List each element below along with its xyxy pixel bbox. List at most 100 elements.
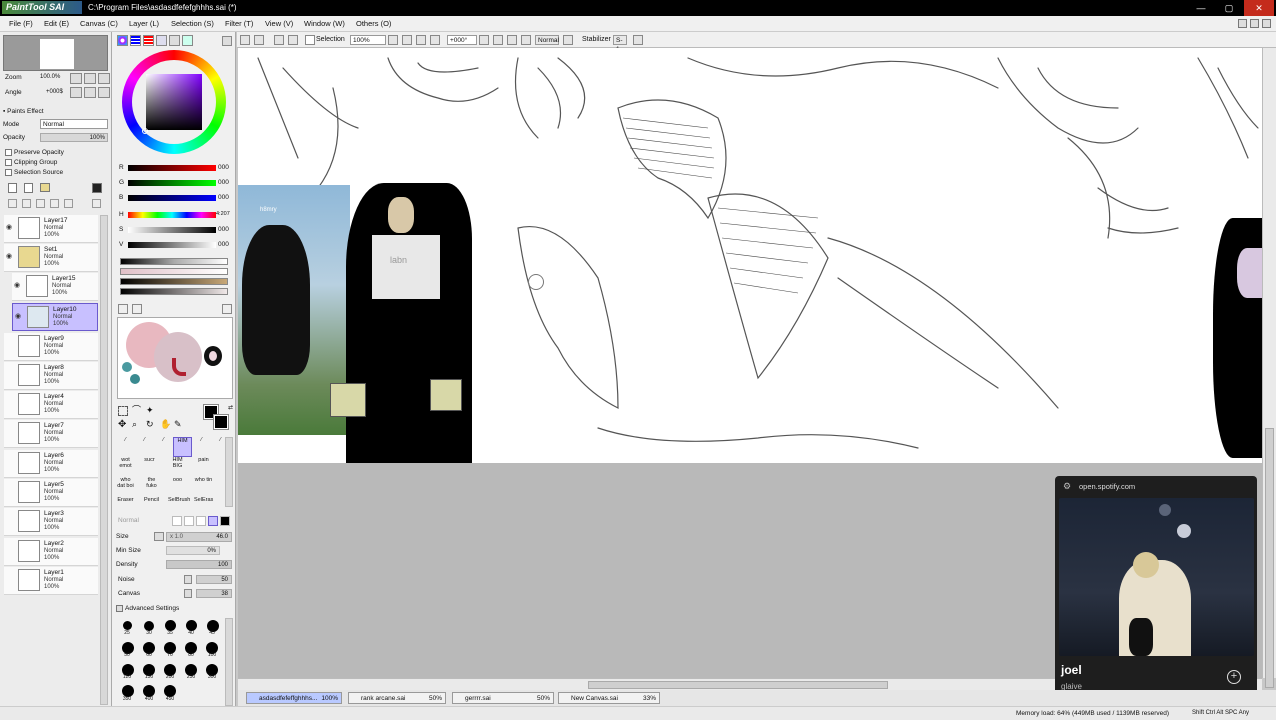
- noise-strength[interactable]: 50: [196, 575, 232, 584]
- brush-blend-mode[interactable]: Normal: [118, 517, 139, 524]
- hsv-slider-tab-icon[interactable]: [143, 35, 154, 46]
- clipping-group-checkbox[interactable]: Clipping Group: [5, 159, 57, 166]
- lasso-icon[interactable]: ⌒: [132, 406, 142, 416]
- visibility-eye-icon[interactable]: [6, 575, 16, 583]
- visibility-eye-icon[interactable]: [6, 399, 16, 407]
- marquee-icon[interactable]: [118, 406, 128, 416]
- zoom-out-button[interactable]: [70, 73, 82, 84]
- g-slider[interactable]: [128, 180, 216, 186]
- advanced-settings-toggle[interactable]: Advanced Settings: [116, 605, 179, 612]
- layer-item[interactable]: Layer5 Normal 100%: [4, 479, 98, 507]
- brush-shape-hard-icon[interactable]: [184, 516, 194, 526]
- blend-mode-select[interactable]: Normal: [40, 119, 108, 129]
- invert-selection-icon[interactable]: [254, 35, 264, 45]
- delete-layer-icon[interactable]: [64, 199, 73, 208]
- song-title[interactable]: joel: [1061, 663, 1082, 677]
- menu-others[interactable]: Others (O): [356, 19, 391, 28]
- layer-item[interactable]: Layer2 Normal 100%: [4, 538, 98, 566]
- opacity-slider[interactable]: 100%: [40, 133, 108, 142]
- menu-selection[interactable]: Selection (S): [171, 19, 214, 28]
- deselect-icon[interactable]: [240, 35, 250, 45]
- secondary-color-swatch[interactable]: [213, 414, 229, 430]
- layer-item[interactable]: Layer8 Normal 100%: [4, 362, 98, 390]
- sv-square[interactable]: [146, 74, 202, 130]
- rotate-tool-icon[interactable]: ↻: [146, 420, 156, 430]
- s-value[interactable]: 000: [218, 226, 229, 233]
- canvas-vertical-scrollbar[interactable]: [1262, 48, 1276, 688]
- mdi-minimize-button[interactable]: [1238, 19, 1247, 28]
- new-folder-icon[interactable]: [40, 183, 50, 192]
- transfer-down-icon[interactable]: [8, 199, 17, 208]
- brush-size-scrollbar[interactable]: [225, 618, 233, 706]
- swatches-tab-icon[interactable]: [169, 35, 180, 46]
- stabilizer-select[interactable]: S-1: [613, 35, 627, 53]
- layer-item[interactable]: Layer4 Normal 100%: [4, 391, 98, 419]
- intermediate-tab-icon[interactable]: [156, 35, 167, 46]
- rotate-ccw-icon[interactable]: [493, 35, 503, 45]
- layer-item[interactable]: Layer6 Normal 100%: [4, 450, 98, 478]
- brush-shape-selected-icon[interactable]: [208, 516, 218, 526]
- brush-slot[interactable]: sucr: [140, 457, 159, 477]
- new-layer-icon[interactable]: [8, 183, 17, 193]
- horizontal-scroll-thumb[interactable]: [588, 681, 888, 689]
- maximize-button[interactable]: ▢: [1214, 0, 1244, 16]
- visibility-eye-icon[interactable]: ◉: [6, 223, 16, 231]
- show-selection-icon[interactable]: [288, 35, 298, 45]
- layer-item-selected[interactable]: ◉ Layer10 Normal 100%: [12, 303, 98, 331]
- brush-size-dot[interactable]: [123, 621, 132, 630]
- brush-slot[interactable]: HIM BIG: [168, 457, 187, 477]
- layer-item[interactable]: ◉ Layer17 Normal 100%: [4, 215, 98, 243]
- h-value[interactable]: 4:207: [216, 211, 230, 217]
- layer-item[interactable]: Layer1 Normal 100%: [4, 567, 98, 595]
- zoom-field[interactable]: 100%: [350, 35, 386, 45]
- noise-dropdown-icon[interactable]: [184, 575, 192, 584]
- scratchpad-menu-icon[interactable]: [222, 304, 232, 314]
- rotate-right-button[interactable]: [84, 87, 96, 98]
- layer-item[interactable]: Layer9 Normal 100%: [4, 333, 98, 361]
- pencil-tool[interactable]: Pencil: [142, 497, 161, 507]
- b-slider[interactable]: [128, 195, 216, 201]
- zoom-value[interactable]: 100.0%: [40, 74, 60, 80]
- layer-folder-item[interactable]: ◉ Set1 Normal 100%: [4, 244, 98, 272]
- visibility-eye-icon[interactable]: [6, 341, 16, 349]
- rotate-reset-button[interactable]: [98, 87, 110, 98]
- add-to-library-icon[interactable]: +: [1227, 670, 1241, 684]
- color-wheel[interactable]: [122, 50, 226, 154]
- v-value[interactable]: 000: [218, 241, 229, 248]
- mdi-close-button[interactable]: [1262, 19, 1271, 28]
- color-wheel-tab-icon[interactable]: [117, 35, 128, 46]
- texture-strength[interactable]: 38: [196, 589, 232, 598]
- brush-slot-5[interactable]: ⁄: [192, 437, 211, 457]
- visibility-eye-icon[interactable]: [6, 546, 16, 554]
- visibility-eye-icon[interactable]: [6, 370, 16, 378]
- brush-shape-soft-icon[interactable]: [172, 516, 182, 526]
- zoom-reset-button[interactable]: [98, 73, 110, 84]
- hand-tool-icon[interactable]: ✋: [160, 420, 171, 430]
- menu-window[interactable]: Window (W): [304, 19, 345, 28]
- visibility-eye-icon[interactable]: [6, 516, 16, 524]
- s-slider[interactable]: [128, 227, 216, 233]
- clear-layer-icon[interactable]: [50, 199, 59, 208]
- angle-dropdown-icon[interactable]: [479, 35, 489, 45]
- rotate-cw-icon[interactable]: [507, 35, 517, 45]
- size-slider[interactable]: x 1.0 46.0: [166, 532, 232, 542]
- panel-menu-icon[interactable]: [222, 36, 232, 46]
- eraser-tool[interactable]: Eraser: [116, 497, 135, 507]
- rotate-left-button[interactable]: [70, 87, 82, 98]
- h-slider[interactable]: [128, 212, 216, 218]
- angle-value[interactable]: +000$: [46, 89, 63, 95]
- noise-select[interactable]: Noise: [118, 576, 135, 583]
- tab-document[interactable]: gerrrr.sai 50%: [452, 692, 554, 704]
- zoom-in-icon[interactable]: [416, 35, 426, 45]
- settings-icon[interactable]: ⚙: [1063, 481, 1071, 492]
- brush-slot-1[interactable]: ⁄: [116, 437, 135, 457]
- texture-select[interactable]: Canvas: [118, 590, 140, 597]
- merge-visible-icon[interactable]: [36, 199, 45, 208]
- zoom-fit-icon[interactable]: [430, 35, 440, 45]
- density-slider[interactable]: 100: [166, 560, 232, 569]
- album-art[interactable]: [1059, 498, 1254, 656]
- visibility-eye-icon[interactable]: ◉: [14, 281, 24, 289]
- selection-checkbox[interactable]: [305, 35, 315, 45]
- brush-grid-scrollbar[interactable]: [225, 437, 233, 507]
- zoom-out-icon[interactable]: [402, 35, 412, 45]
